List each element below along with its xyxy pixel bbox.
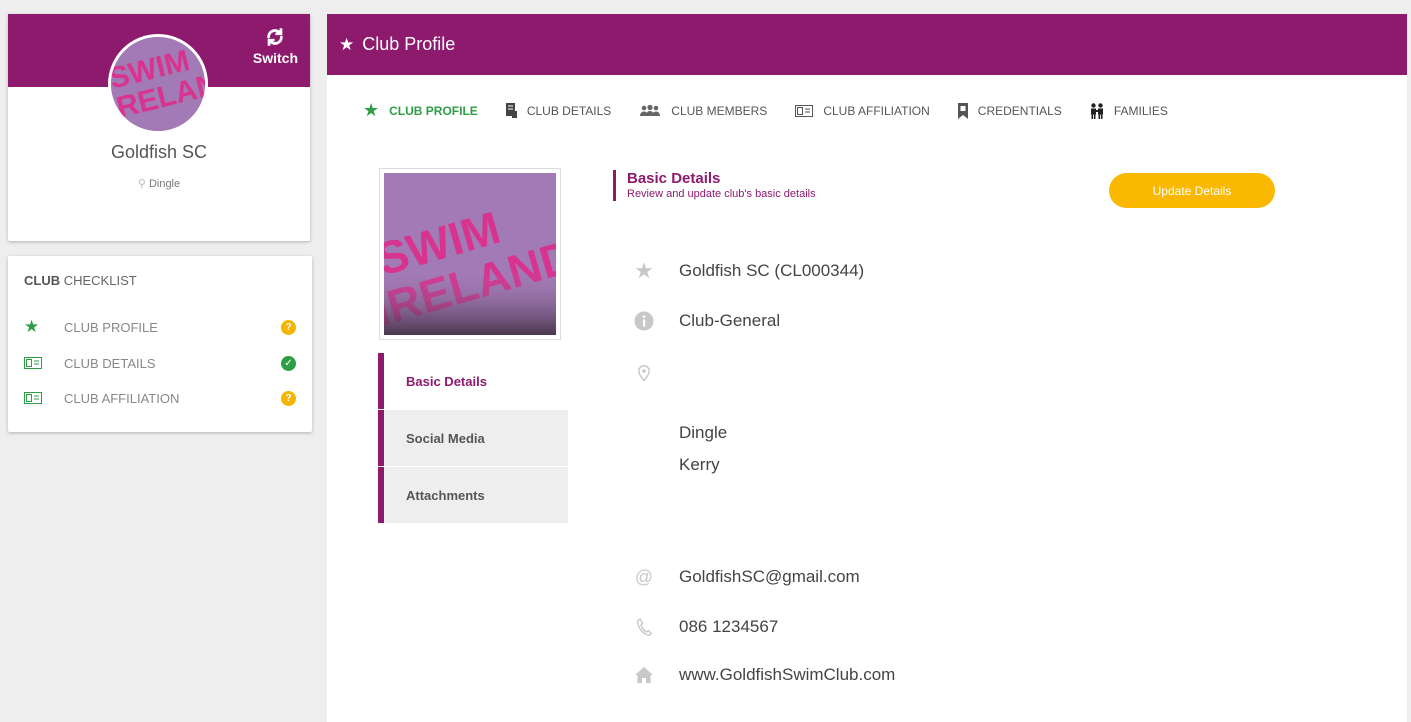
complete-status-icon: ✓ (281, 355, 296, 371)
detail-phone: 086 1234567 (633, 616, 778, 638)
side-menu-basic-details[interactable]: Basic Details (378, 353, 568, 409)
phone-icon (633, 616, 655, 638)
tab-club-members[interactable]: CLUB MEMBERS (639, 104, 767, 118)
checklist-title: CLUB CHECKLIST (24, 273, 137, 288)
detail-website: www.GoldfishSwimClub.com (633, 664, 895, 686)
main-panel: ★ Club Profile ★ CLUB PROFILE CLUB DETAI… (327, 14, 1407, 722)
address-line-1: Dingle (679, 423, 728, 442)
location-pin-icon (633, 362, 655, 384)
switch-label: Switch (252, 50, 298, 66)
club-avatar: SWIM IRELAND (108, 34, 208, 134)
detail-club-name: ★ Goldfish SC (CL000344) (634, 258, 865, 283)
star-icon: ★ (363, 100, 380, 120)
club-photo: SWIM IRELAND (384, 173, 556, 335)
star-icon: ★ (634, 258, 654, 283)
main-header: ★ Club Profile (327, 14, 1407, 75)
document-icon (505, 103, 517, 118)
update-details-button[interactable]: Update Details (1109, 173, 1275, 208)
club-card: Switch SWIM IRELAND Goldfish SC ⚲ Dingle (8, 14, 310, 241)
detail-club-type: Club-General (633, 310, 780, 332)
section-subtitle: Review and update club's basic details (627, 188, 816, 200)
id-card-icon (24, 357, 50, 369)
refresh-icon (267, 28, 284, 46)
club-photo-frame: SWIM IRELAND (379, 168, 561, 340)
checklist-item-club-details[interactable]: CLUB DETAILS ✓ (24, 353, 296, 373)
id-card-icon (24, 392, 50, 404)
star-icon: ★ (339, 34, 355, 54)
home-icon (633, 664, 655, 686)
section-title: Basic Details (627, 170, 721, 187)
side-menu-social-media[interactable]: Social Media (378, 410, 568, 466)
star-icon: ★ (24, 317, 40, 336)
club-location: ⚲ Dingle (8, 177, 310, 190)
tab-club-profile[interactable]: ★ CLUB PROFILE (363, 100, 478, 121)
checklist-item-club-profile[interactable]: ★ CLUB PROFILE ? (24, 317, 296, 337)
details-side-menu: Basic Details Social Media Attachments (378, 353, 568, 524)
switch-club-button[interactable]: Switch (253, 26, 298, 66)
tab-bar: ★ CLUB PROFILE CLUB DETAILS CLUB MEMBERS… (363, 100, 1196, 121)
detail-email: @ GoldfishSC@gmail.com (634, 566, 860, 587)
tab-club-affiliation[interactable]: CLUB AFFILIATION (795, 104, 930, 118)
club-location-text: Dingle (148, 178, 181, 190)
checklist-item-club-affiliation[interactable]: CLUB AFFILIATION ? (24, 388, 296, 408)
club-checklist: CLUB CHECKLIST ★ CLUB PROFILE ? CLUB DET… (8, 256, 312, 432)
side-menu-attachments[interactable]: Attachments (378, 467, 568, 523)
swim-ireland-logo: SWIM IRELAND (111, 37, 205, 131)
tab-families[interactable]: FAMILIES (1090, 102, 1168, 119)
pending-status-icon: ? (281, 319, 296, 335)
swim-ireland-logo: SWIM IRELAND (384, 173, 556, 335)
family-icon (1090, 102, 1104, 119)
tab-credentials[interactable]: CREDENTIALS (957, 102, 1062, 119)
page-title: Club Profile (362, 34, 456, 54)
bookmark-icon (957, 102, 968, 119)
detail-address-icon-row (633, 362, 679, 384)
location-pin-icon: ⚲ (137, 178, 146, 190)
club-name: Goldfish SC (110, 142, 208, 162)
section-header: Basic Details Review and update club's b… (613, 170, 816, 201)
pending-status-icon: ? (281, 390, 296, 406)
users-icon (639, 104, 661, 117)
info-icon (633, 310, 655, 332)
tab-club-details[interactable]: CLUB DETAILS (505, 103, 611, 118)
id-card-icon (795, 104, 814, 117)
at-icon: @ (634, 566, 654, 587)
address-line-2: Kerry (679, 455, 720, 474)
